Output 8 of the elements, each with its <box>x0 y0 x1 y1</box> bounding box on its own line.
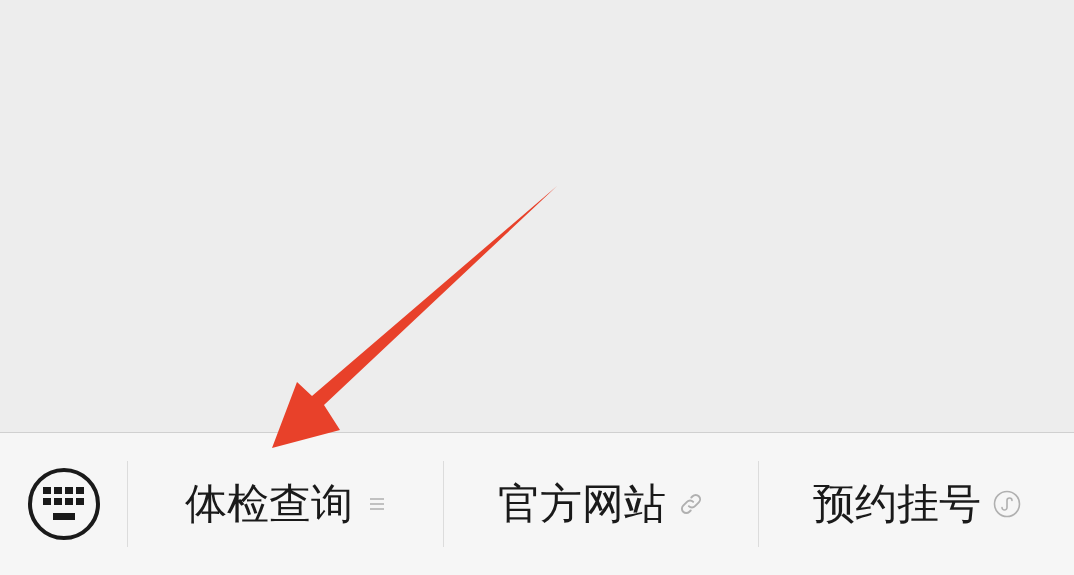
menu-icon <box>369 496 386 512</box>
link-icon <box>678 491 704 517</box>
menu-tab[interactable]: 官方网站 <box>443 461 759 547</box>
keyboard-button[interactable] <box>27 468 100 540</box>
mini-program-icon <box>992 490 1021 518</box>
menu-tab[interactable]: 体检查询 <box>128 461 443 547</box>
menu-tab[interactable]: 预约挂号 <box>759 461 1074 547</box>
keyboard-icon <box>42 487 85 521</box>
